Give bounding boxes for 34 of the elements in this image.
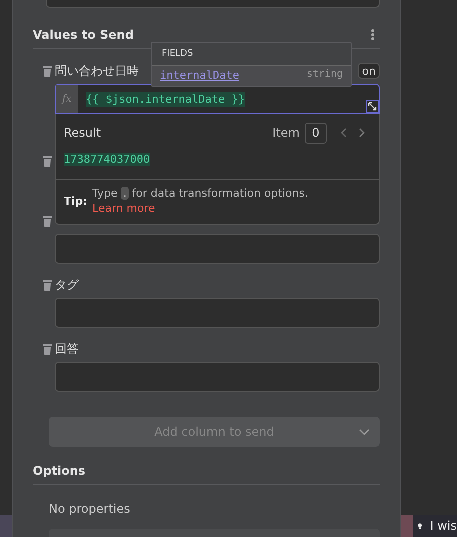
item-label: Item	[272, 126, 300, 140]
expression-editor[interactable]: fx {{ $json.internalDate }}	[55, 84, 380, 114]
next-icon[interactable]	[359, 128, 365, 138]
input-field[interactable]	[55, 298, 380, 328]
empty-text: No properties	[49, 502, 132, 516]
section-title: Values to Send	[33, 28, 134, 42]
result-title: Result	[64, 126, 102, 140]
chevron-down-icon	[359, 429, 370, 436]
trash-icon[interactable]	[43, 280, 52, 291]
background-strip	[401, 515, 413, 537]
trash-icon[interactable]	[43, 66, 52, 77]
input-field[interactable]	[55, 362, 380, 392]
input-field[interactable]	[55, 234, 380, 264]
field-label: 問い合わせ日時	[55, 62, 139, 80]
more-options-icon[interactable]	[371, 29, 375, 41]
expand-icon[interactable]	[366, 100, 379, 113]
field-label: 回答	[55, 340, 79, 358]
field-label: タグ	[55, 276, 79, 294]
learn-more-link[interactable]: Learn more	[92, 202, 156, 215]
notice-text: I wis	[430, 519, 457, 533]
field-option[interactable]: internalDate string	[152, 66, 351, 86]
result-value: 1738774037000	[64, 153, 150, 166]
tip-label: Tip:	[64, 194, 88, 208]
trash-icon[interactable]	[43, 216, 52, 227]
item-index-field[interactable]: 0	[305, 122, 327, 144]
trash-icon[interactable]	[43, 156, 52, 167]
section-title: Options	[33, 464, 86, 478]
trash-icon[interactable]	[43, 344, 52, 355]
expression-toggle[interactable]: on	[358, 63, 380, 79]
previous-icon[interactable]	[341, 128, 347, 138]
tip-text: Type . for data transformation options. Learn more	[92, 186, 310, 216]
fx-label: fx	[56, 85, 78, 113]
input-field[interactable]	[46, 0, 380, 8]
expression-code: {{ $json.internalDate }}	[86, 92, 245, 106]
